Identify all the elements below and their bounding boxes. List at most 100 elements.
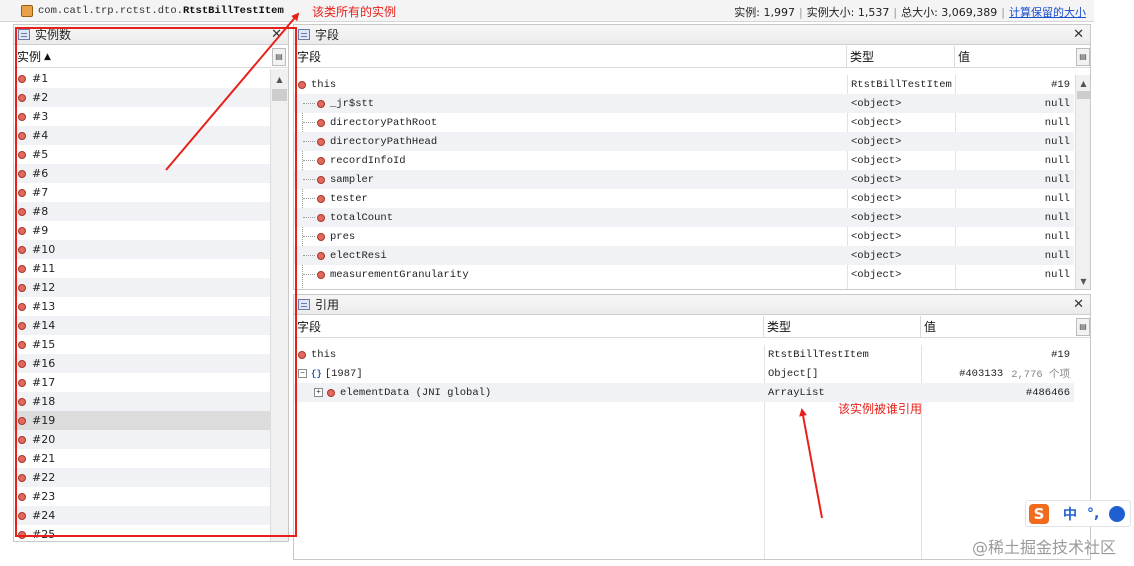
object-icon bbox=[317, 118, 325, 127]
type-column[interactable]: 类型 bbox=[764, 316, 921, 337]
instance-label: #6 bbox=[32, 167, 49, 180]
object-icon bbox=[298, 80, 306, 89]
reference-type: Object[] bbox=[768, 367, 819, 380]
references-column-header[interactable]: 字段 类型 值 bbox=[294, 316, 1090, 338]
value-column[interactable]: 值 bbox=[921, 316, 1076, 337]
watermark: @稀土掘金技术社区 bbox=[971, 538, 1116, 557]
jni-global-object-icon bbox=[327, 388, 335, 397]
instance-label: #14 bbox=[32, 319, 56, 332]
column-chooser-icon[interactable]: ▤ bbox=[1076, 318, 1090, 336]
instance-row[interactable]: #3 bbox=[14, 107, 270, 126]
field-row[interactable]: tester <object> null bbox=[294, 189, 1074, 208]
instances-scrollbar[interactable]: ▲ bbox=[270, 69, 288, 541]
field-row[interactable]: totalCount <object> null bbox=[294, 208, 1074, 227]
instance-row[interactable]: #20 bbox=[14, 430, 270, 449]
reference-row[interactable]: −{} [1987] Object[] #403133 2,776 个项 bbox=[294, 364, 1074, 383]
field-row[interactable]: pres <object> null bbox=[294, 227, 1074, 246]
instance-row[interactable]: #7 bbox=[14, 183, 270, 202]
field-value: null bbox=[1044, 173, 1070, 186]
instance-row[interactable]: #16 bbox=[14, 354, 270, 373]
ime-punctuation[interactable]: °, bbox=[1087, 506, 1099, 522]
instance-row[interactable]: #1 bbox=[14, 69, 270, 88]
compute-retained-size-link[interactable]: 计算保留的大小 bbox=[1009, 6, 1086, 19]
field-row[interactable]: sampler <object> null bbox=[294, 170, 1074, 189]
instance-row[interactable]: #2 bbox=[14, 88, 270, 107]
instance-size: 实例大小: 1,537 bbox=[806, 6, 890, 19]
instance-column-label[interactable]: 实例 bbox=[17, 48, 41, 65]
class-name: com.catl.trp.rctst.dto.RtstBillTestItem bbox=[38, 4, 284, 17]
fields-column-header[interactable]: 字段 类型 值 bbox=[294, 46, 1090, 68]
field-value: null bbox=[1044, 192, 1070, 205]
close-icon[interactable]: ✕ bbox=[271, 27, 282, 42]
scroll-thumb[interactable] bbox=[272, 89, 287, 101]
instance-row[interactable]: #12 bbox=[14, 278, 270, 297]
object-icon bbox=[18, 150, 26, 159]
object-icon bbox=[18, 226, 26, 235]
field-value: null bbox=[1044, 135, 1070, 148]
instance-row[interactable]: #9 bbox=[14, 221, 270, 240]
reference-row[interactable]: this RtstBillTestItem #19 bbox=[294, 345, 1074, 364]
close-icon[interactable]: ✕ bbox=[1073, 297, 1084, 312]
scroll-up-icon[interactable]: ▲ bbox=[1076, 77, 1090, 91]
ime-toolbar[interactable]: S 中 °, bbox=[1025, 500, 1131, 527]
instance-row[interactable]: #18 bbox=[14, 392, 270, 411]
close-icon[interactable]: ✕ bbox=[1073, 27, 1084, 42]
reference-name: this bbox=[311, 348, 337, 361]
instance-row[interactable]: #19 bbox=[14, 411, 270, 430]
column-chooser-icon[interactable]: ▤ bbox=[272, 48, 286, 66]
field-row[interactable]: measurementGranularity <object> null bbox=[294, 265, 1074, 284]
object-icon bbox=[317, 156, 325, 165]
scroll-thumb[interactable] bbox=[1077, 91, 1090, 99]
reference-value: #19 bbox=[1051, 348, 1070, 361]
field-type: <object> bbox=[851, 97, 902, 110]
instance-row[interactable]: #22 bbox=[14, 468, 270, 487]
class-icon bbox=[20, 4, 34, 17]
instance-row[interactable]: #25 bbox=[14, 525, 270, 541]
field-type: <object> bbox=[851, 135, 902, 148]
field-value: null bbox=[1044, 154, 1070, 167]
field-value: null bbox=[1044, 268, 1070, 281]
instance-row[interactable]: #17 bbox=[14, 373, 270, 392]
total-size: 总大小: 3,069,389 bbox=[901, 6, 998, 19]
object-icon bbox=[18, 416, 26, 425]
instances-column-header[interactable]: 实例 ▲ bbox=[14, 46, 288, 68]
instance-row[interactable]: #23 bbox=[14, 487, 270, 506]
scroll-down-icon[interactable]: ▼ bbox=[1076, 275, 1090, 289]
scroll-up-icon[interactable]: ▲ bbox=[271, 73, 288, 87]
fields-panel-icon bbox=[298, 29, 310, 40]
column-chooser-icon[interactable]: ▤ bbox=[1076, 48, 1090, 66]
object-icon bbox=[18, 340, 26, 349]
field-row[interactable]: this RtstBillTestItem #19 bbox=[294, 75, 1074, 94]
field-row[interactable]: recordInfoId <object> null bbox=[294, 151, 1074, 170]
instance-row[interactable]: #5 bbox=[14, 145, 270, 164]
expand-icon[interactable]: + bbox=[314, 388, 323, 397]
instance-row[interactable]: #11 bbox=[14, 259, 270, 278]
field-row[interactable]: _jr$stt <object> null bbox=[294, 94, 1074, 113]
value-column[interactable]: 值 bbox=[955, 46, 1075, 67]
instance-row[interactable]: #8 bbox=[14, 202, 270, 221]
instance-row[interactable]: #10 bbox=[14, 240, 270, 259]
instance-row[interactable]: #24 bbox=[14, 506, 270, 525]
field-column[interactable]: 字段 bbox=[294, 316, 764, 337]
field-row[interactable]: electResi <object> null bbox=[294, 246, 1074, 265]
instance-row[interactable]: #14 bbox=[14, 316, 270, 335]
instances-panel-header: 实例数 ✕ bbox=[14, 25, 288, 45]
reference-row[interactable]: + elementData (JNI global) ArrayList #48646… bbox=[294, 383, 1074, 402]
instance-row[interactable]: #21 bbox=[14, 449, 270, 468]
ime-mode[interactable]: 中 bbox=[1063, 504, 1077, 524]
instance-label: #5 bbox=[32, 148, 49, 161]
instance-row[interactable]: #4 bbox=[14, 126, 270, 145]
field-row[interactable]: directoryPathRoot <object> null bbox=[294, 113, 1074, 132]
fields-scrollbar[interactable]: ▲ ▼ bbox=[1075, 75, 1090, 289]
type-column[interactable]: 类型 bbox=[847, 46, 955, 67]
collapse-icon[interactable]: − bbox=[298, 369, 307, 378]
field-name: tester bbox=[330, 192, 368, 205]
instance-row[interactable]: #15 bbox=[14, 335, 270, 354]
field-type: RtstBillTestItem bbox=[851, 78, 952, 91]
field-column[interactable]: 字段 bbox=[294, 46, 847, 67]
instance-row[interactable]: #6 bbox=[14, 164, 270, 183]
field-row[interactable]: directoryPathHead <object> null bbox=[294, 132, 1074, 151]
emoji-icon[interactable] bbox=[1109, 505, 1126, 522]
instance-label: #22 bbox=[32, 471, 56, 484]
instance-row[interactable]: #13 bbox=[14, 297, 270, 316]
